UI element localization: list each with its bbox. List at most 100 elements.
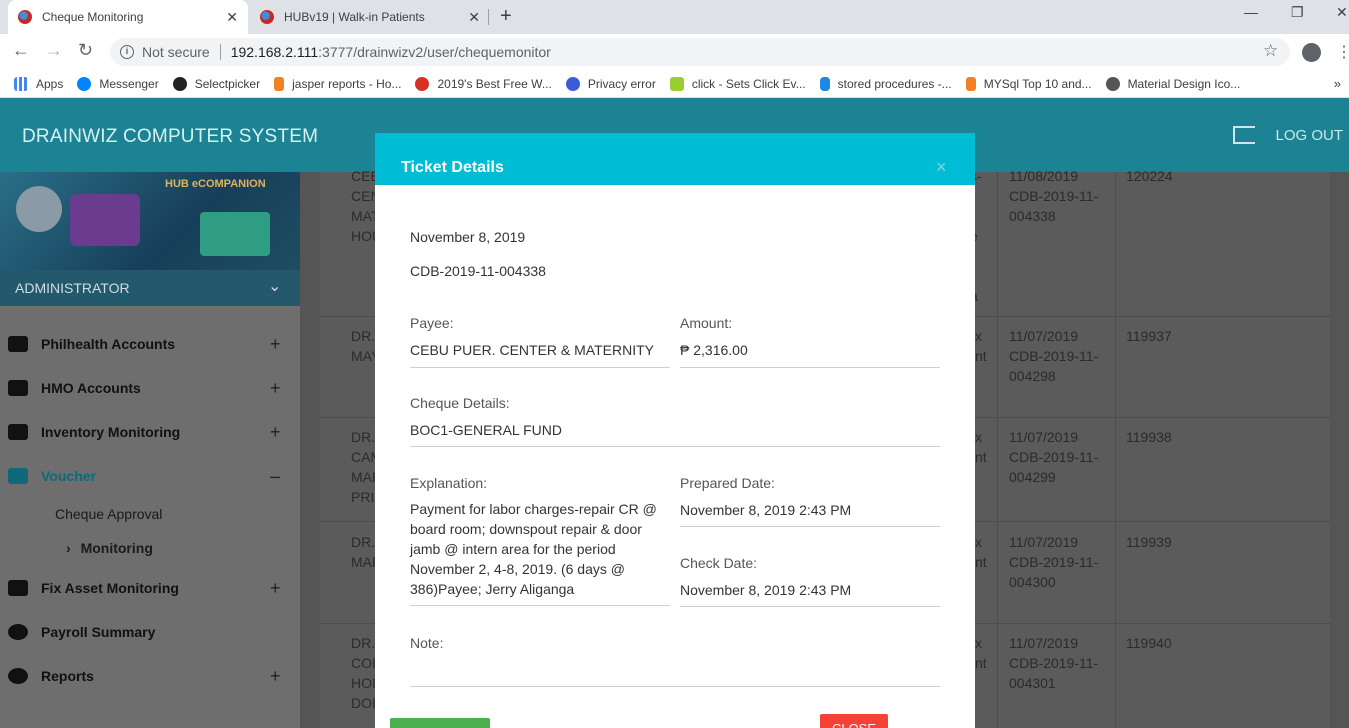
field-underline bbox=[410, 686, 940, 687]
sidebar-item-label: Payroll Summary bbox=[41, 624, 156, 640]
chevron-down-icon[interactable]: ⌄ bbox=[268, 276, 281, 296]
reload-icon[interactable]: ↻ bbox=[78, 40, 93, 61]
cheque-details-label: Cheque Details: bbox=[410, 395, 510, 411]
close-button[interactable]: CLOSE bbox=[820, 714, 888, 728]
bookmark-label: Apps bbox=[36, 76, 64, 91]
sidebar-item-fix-asset[interactable]: Fix Asset Monitoring + bbox=[0, 566, 300, 610]
modal-header: Ticket Details × bbox=[375, 133, 975, 185]
cell-line: 11/08/2019 bbox=[1009, 168, 1079, 184]
reports-icon bbox=[8, 668, 28, 684]
sidebar-item-voucher[interactable]: Voucher – bbox=[0, 454, 300, 498]
close-tab-icon[interactable]: ✕ bbox=[468, 9, 480, 26]
avatar bbox=[16, 186, 62, 232]
inventory-icon bbox=[8, 424, 28, 440]
url-path: :3777/drainwizv2/user/chequemonitor bbox=[318, 44, 551, 60]
cell-line: 004299 bbox=[1009, 469, 1056, 485]
description-cell: x nt bbox=[975, 326, 987, 366]
voucher-icon bbox=[8, 468, 28, 484]
new-tab-button[interactable]: + bbox=[500, 5, 512, 28]
bookmark-selectpicker[interactable]: Selectpicker bbox=[172, 76, 260, 91]
field-underline bbox=[680, 526, 940, 527]
forward-arrow-icon[interactable]: → bbox=[45, 40, 63, 61]
note-label: Note: bbox=[410, 635, 444, 651]
sidebar-subitem-monitoring[interactable]: › Monitoring bbox=[66, 540, 153, 556]
cell-line: nt bbox=[975, 348, 987, 364]
expand-icon[interactable]: + bbox=[270, 666, 281, 687]
bookmark-material-icons[interactable]: Material Design Ico... bbox=[1105, 76, 1240, 91]
security-label: Not secure bbox=[142, 44, 210, 60]
expand-icon[interactable]: + bbox=[270, 422, 281, 443]
sidebar-item-inventory[interactable]: Inventory Monitoring + bbox=[0, 410, 300, 454]
window-close-icon[interactable]: ✕ bbox=[1336, 4, 1348, 21]
prepared-date-label: Prepared Date: bbox=[680, 475, 775, 491]
collapse-icon[interactable]: – bbox=[270, 466, 280, 487]
sidebar-item-reports[interactable]: Reports + bbox=[0, 654, 300, 698]
sidebar-item-label: Inventory Monitoring bbox=[41, 424, 181, 440]
site-icon bbox=[669, 76, 684, 91]
cell-line: 11/07/2019 bbox=[1009, 429, 1079, 445]
medical-kit-illustration bbox=[200, 212, 270, 256]
tab-cheque-monitoring[interactable]: Cheque Monitoring ✕ bbox=[8, 0, 248, 34]
cell-line: x bbox=[975, 328, 982, 344]
bookmark-click-events[interactable]: click - Sets Click Ev... bbox=[669, 76, 806, 91]
print-button[interactable] bbox=[390, 718, 490, 728]
sidebar-item-hmo[interactable]: HMO Accounts + bbox=[0, 366, 300, 410]
cell-line: CDB-2019-11- bbox=[1009, 188, 1099, 204]
sidebar-banner: HUB eCOMPANION bbox=[0, 172, 300, 270]
cell-line: COI bbox=[351, 655, 376, 671]
bookmark-messenger[interactable]: Messenger bbox=[77, 76, 159, 91]
cell-line: nt bbox=[975, 655, 987, 671]
bookmark-star-icon[interactable]: ☆ bbox=[1263, 41, 1278, 61]
bookmark-label: jasper reports - Ho... bbox=[292, 76, 402, 91]
close-tab-icon[interactable]: ✕ bbox=[226, 9, 238, 26]
stackoverflow-icon bbox=[274, 76, 285, 91]
cell-line: CDB-2019-11- bbox=[1009, 449, 1099, 465]
close-icon[interactable]: × bbox=[936, 157, 947, 178]
cell-line: 11/07/2019 bbox=[1009, 635, 1079, 651]
bookmark-apps[interactable]: Apps bbox=[14, 76, 64, 91]
number-cell: 120224 bbox=[1126, 168, 1173, 184]
browser-toolbar: ← → ↻ i Not secure 192.168.2.111:3777/dr… bbox=[0, 34, 1349, 70]
back-arrow-icon[interactable]: ← bbox=[12, 40, 30, 61]
globe-icon bbox=[1105, 76, 1120, 91]
tab-walk-in-patients[interactable]: HUBv19 | Walk-in Patients ✕ bbox=[250, 0, 490, 34]
favicon-icon bbox=[18, 10, 32, 24]
info-icon[interactable]: i bbox=[120, 45, 134, 59]
expand-icon[interactable]: + bbox=[270, 378, 281, 399]
user-role-bar[interactable]: ADMINISTRATOR ⌄ bbox=[0, 270, 300, 306]
number-cell: 119940 bbox=[1126, 635, 1172, 651]
bookmark-label: Privacy error bbox=[587, 76, 656, 91]
sidebar-item-payroll[interactable]: Payroll Summary bbox=[0, 610, 300, 654]
logout-button[interactable]: LOG OUT bbox=[1233, 126, 1343, 144]
browser-menu-icon[interactable]: ⋮ bbox=[1336, 42, 1349, 62]
url-host: 192.168.2.111 bbox=[230, 44, 319, 60]
payee-cell: DR. COI HOI DOI bbox=[351, 633, 376, 713]
sidebar-subitem-cheque-approval[interactable]: Cheque Approval bbox=[55, 506, 162, 522]
sidebar-item-label: Reports bbox=[41, 668, 94, 684]
minimize-icon[interactable]: — bbox=[1244, 4, 1258, 20]
cell-line: 11/07/2019 bbox=[1009, 534, 1079, 550]
stackoverflow-icon bbox=[965, 76, 976, 91]
expand-icon[interactable]: + bbox=[270, 578, 281, 599]
address-divider bbox=[219, 44, 221, 60]
bookmark-label: click - Sets Click Ev... bbox=[691, 76, 806, 91]
sidebar-item-philhealth[interactable]: Philhealth Accounts + bbox=[0, 322, 300, 366]
cell-line: 004301 bbox=[1009, 675, 1056, 691]
cell-line: CDB-2019-11- bbox=[1009, 348, 1099, 364]
bookmark-stored-procedures[interactable]: stored procedures -... bbox=[819, 76, 952, 91]
bookmark-best-free[interactable]: 2019's Best Free W... bbox=[415, 76, 552, 91]
bookmark-mysql[interactable]: MYSql Top 10 and... bbox=[965, 76, 1092, 91]
address-bar[interactable]: i Not secure 192.168.2.111:3777/drainwiz… bbox=[110, 38, 1290, 66]
sidebar-item-label: Fix Asset Monitoring bbox=[41, 580, 179, 596]
bookmark-jasper[interactable]: jasper reports - Ho... bbox=[274, 76, 402, 91]
bookmark-privacy-error[interactable]: Privacy error bbox=[565, 76, 656, 91]
cell-line: CDB-2019-11- bbox=[1009, 655, 1099, 671]
modal-title: Ticket Details bbox=[401, 159, 504, 176]
payee-label: Payee: bbox=[410, 315, 454, 331]
globe-icon bbox=[565, 76, 580, 91]
restore-icon[interactable]: ❐ bbox=[1291, 4, 1304, 21]
bookmarks-overflow-icon[interactable]: » bbox=[1334, 76, 1341, 91]
cheque-details-value: BOC1-GENERAL FUND bbox=[410, 422, 562, 438]
profile-avatar-icon[interactable] bbox=[1302, 43, 1321, 62]
expand-icon[interactable]: + bbox=[270, 334, 281, 355]
